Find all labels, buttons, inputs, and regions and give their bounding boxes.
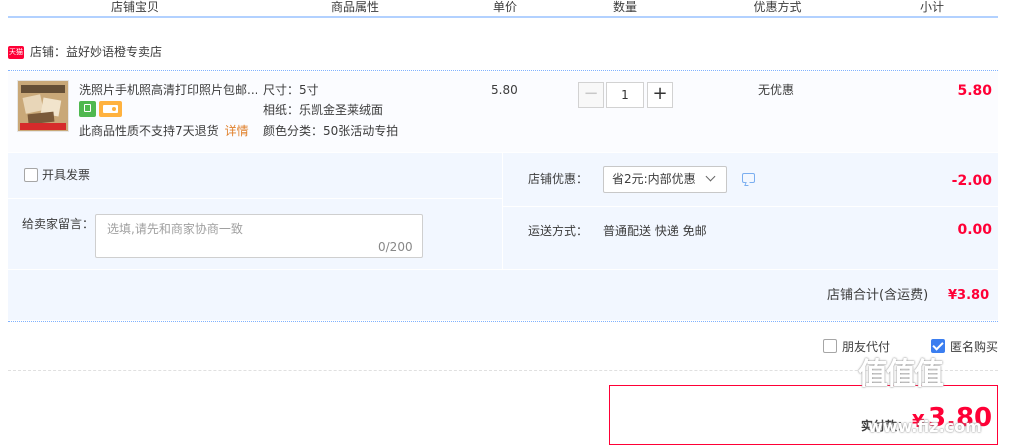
seller-message-placeholder: 选填,请先和商家协商一致 xyxy=(107,222,243,236)
item-subtotal: 5.80 xyxy=(957,83,992,99)
promo-select-value: 省2元:内部优惠 xyxy=(612,172,696,186)
product-thumbnail[interactable] xyxy=(17,80,69,132)
message-char-count: 0/200 xyxy=(378,240,413,254)
col-header-attrs: 商品属性 xyxy=(330,0,379,14)
attr-color: 颜色分类：50张活动专拍 xyxy=(263,124,399,138)
quantity-input[interactable] xyxy=(606,82,644,108)
checkout-divider xyxy=(8,370,998,371)
attr-size: 尺寸：5寸 xyxy=(263,83,319,97)
promo-discount-value: -2.00 xyxy=(951,173,992,189)
attr-paper: 相纸：乐凯金圣莱绒面 xyxy=(263,103,384,117)
chat-icon[interactable] xyxy=(742,173,755,183)
return-policy-text: 此商品性质不支持7天退货 xyxy=(79,124,219,138)
return-policy-note: 此商品性质不支持7天退货 详情 xyxy=(79,123,249,139)
service-guarantee-icon[interactable] xyxy=(79,101,96,117)
friend-pay-checkbox[interactable] xyxy=(823,339,837,353)
pay-currency: ¥ xyxy=(912,411,925,432)
store-divider xyxy=(8,70,998,71)
return-detail-link[interactable]: 详情 xyxy=(225,124,249,138)
anonymous-label[interactable]: 匿名购买 xyxy=(950,339,998,355)
discount-method: 无优惠 xyxy=(758,83,795,97)
col-header-discount: 优惠方式 xyxy=(753,0,802,14)
anonymous-checkbox[interactable] xyxy=(931,339,945,353)
friend-pay-label[interactable]: 朋友代付 xyxy=(842,339,890,355)
shipping-label: 运送方式： xyxy=(528,224,589,238)
shipping-method: 普通配送 快递 免邮 xyxy=(603,224,707,238)
promo-label: 店铺优惠： xyxy=(528,172,589,186)
options-divider-left xyxy=(8,198,502,199)
col-header-price: 单价 xyxy=(492,0,517,14)
invoice-label[interactable]: 开具发票 xyxy=(42,167,90,183)
quantity-plus-button[interactable]: + xyxy=(647,82,673,108)
store-total-value: ¥3.80 xyxy=(948,288,990,303)
message-label: 给卖家留言： xyxy=(22,217,95,231)
store-total-label: 店铺合计(含运费) xyxy=(827,288,929,303)
unit-price: 5.80 xyxy=(491,83,518,97)
quantity-minus-button[interactable]: − xyxy=(578,82,604,108)
invoice-checkbox[interactable] xyxy=(24,168,38,182)
options-divider-right xyxy=(503,206,998,207)
header-underline xyxy=(8,16,998,18)
product-title-link[interactable]: 洗照片手机照高清打印照片包邮... xyxy=(79,82,257,98)
total-divider xyxy=(8,321,998,322)
col-header-qty: 数量 xyxy=(612,0,637,14)
card-payment-icon[interactable] xyxy=(99,101,122,117)
options-divider-vertical xyxy=(502,153,503,269)
tmall-badge-icon: 天猫 xyxy=(8,46,24,59)
pay-amount: 3.80 xyxy=(928,403,993,433)
pay-label: 实付款： xyxy=(861,419,910,433)
col-header-item: 店铺宝贝 xyxy=(110,0,159,14)
shipping-fee: 0.00 xyxy=(957,222,992,238)
col-header-subtotal: 小计 xyxy=(919,0,944,14)
store-name-link[interactable]: 店铺：益好妙语橙专卖店 xyxy=(30,44,162,60)
